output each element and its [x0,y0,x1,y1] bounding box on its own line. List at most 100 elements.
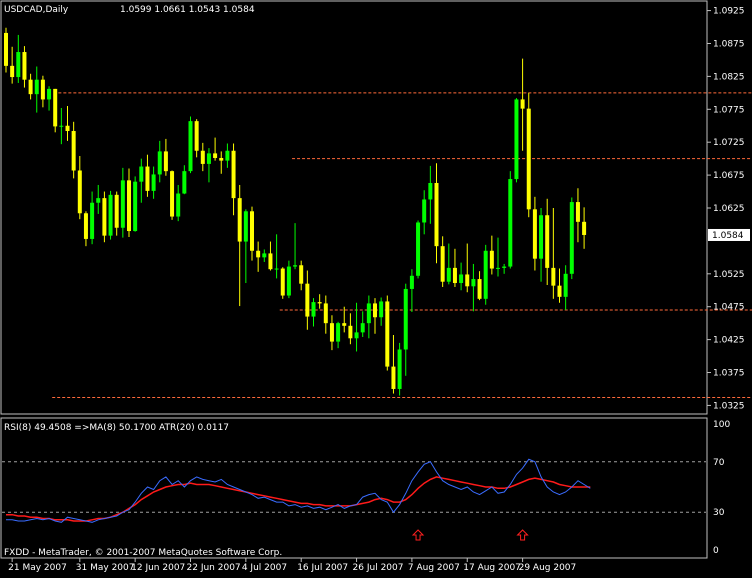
candle-body [120,180,125,228]
candle[interactable] [102,191,107,243]
date-tick-label: 31 May 2007 [76,563,135,573]
candle[interactable] [4,27,8,73]
candle-body [114,194,119,228]
candle-body [243,211,248,242]
copyright-text: FXDD - MetaTrader, © 2001-2007 MetaQuote… [4,548,282,558]
current-price-label: 1.0584 [712,231,744,241]
ohlc-readout: 1.0599 1.0661 1.0543 1.0584 [120,5,255,15]
candle-body [446,267,451,282]
candle-body [514,99,519,180]
candle-body [342,323,347,326]
candle-body [213,153,218,158]
date-tick-label: 26 Jul 2007 [353,563,404,573]
candle-body [176,193,181,217]
candle[interactable] [170,170,175,220]
candle-body [102,198,107,236]
candle-body [77,170,82,214]
candle-body [323,303,328,324]
candle-body [299,265,304,284]
candle-body [151,174,156,191]
candle-body [28,79,33,95]
candle-body [532,209,537,259]
candle-body [428,182,433,200]
candle-body [311,302,316,317]
candle-body [34,79,39,95]
candle-body [459,274,464,284]
indicator-tick-label: 0 [713,546,719,556]
candle[interactable] [188,116,193,174]
candle-body [139,166,144,182]
candle-body [569,202,574,274]
candle-body [71,131,76,171]
candle[interactable] [526,92,531,218]
candle-body [416,222,421,276]
candle-body [262,253,267,258]
candle-body [200,150,205,164]
candle-body [231,150,236,199]
candle[interactable] [508,171,513,269]
candle[interactable] [385,295,390,371]
price-tick-label: 1.0525 [713,270,745,280]
date-tick-label: 29 Aug 2007 [519,563,577,573]
candle-body [194,121,199,151]
candle-body [145,166,150,191]
candle-body [225,150,230,161]
candle-body [557,285,562,297]
candle[interactable] [108,190,113,240]
candle[interactable] [133,176,138,232]
candle-body [403,288,408,350]
candle[interactable] [569,197,574,280]
candle-body [539,215,544,259]
candle-body [305,283,310,317]
price-tick-label: 1.0425 [713,336,745,346]
candle-body [354,332,359,339]
candle-body [127,180,131,232]
candle-body [489,250,494,269]
candle-body [157,151,162,175]
candle-body [47,88,52,100]
date-tick-label: 17 Aug 2007 [463,563,521,573]
candle-body [4,32,8,66]
candle-body [336,323,341,342]
candle-body [40,79,45,100]
candle-body [96,198,101,203]
candle[interactable] [397,342,402,396]
candle[interactable] [483,244,488,305]
indicator-tick-label: 100 [713,420,730,430]
price-tick-label: 1.0725 [713,138,745,148]
price-tick-label: 1.0825 [713,72,745,82]
candle-body [477,279,482,299]
candle[interactable] [416,220,421,279]
candle-body [508,179,513,267]
price-chart-title: USDCAD,Daily [4,5,69,15]
candle[interactable] [280,267,285,299]
candle-body [53,88,58,127]
indicator-title: RSI(8) 49.4508 =>MA(8) 50.1700 ATR(20) 0… [4,423,229,433]
candle-body [256,250,261,258]
price-tick-label: 1.0925 [713,7,745,17]
date-tick-label: 22 Jun 2007 [187,563,241,573]
date-tick-label: 21 May 2007 [8,563,67,573]
candle-body [83,213,88,239]
candle[interactable] [514,98,519,183]
candle-body [286,266,291,296]
price-tick-label: 1.0325 [713,401,745,411]
candle-body [551,267,556,286]
candle[interactable] [53,88,58,133]
chart-window[interactable]: 1.0925 1.0875 1.0825 1.0775 1.0725 1.0675 1.06… [0,0,752,578]
candle-body [434,182,439,247]
candle-body [90,202,95,239]
candle-body [563,273,568,297]
candle-body [471,279,476,287]
candle-body [317,302,322,304]
candle-body [219,157,224,161]
candle-body [250,211,254,251]
candle-body [373,303,377,318]
candle-body [348,325,353,339]
candle-body [206,153,211,164]
candle-body [575,202,580,222]
candle-body [545,215,550,268]
date-tick-label: 12 Jun 2007 [131,563,185,573]
candle-body [422,199,427,223]
candle-body [520,99,525,109]
